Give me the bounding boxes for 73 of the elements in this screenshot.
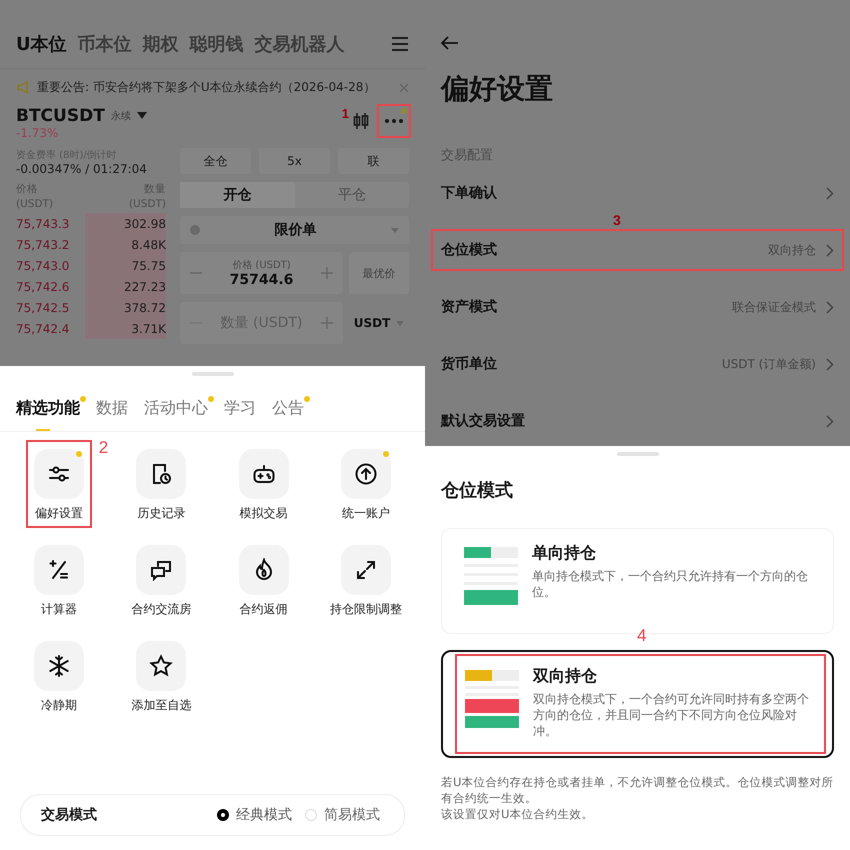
radio-label[interactable]: 简易模式: [324, 806, 380, 824]
symbol-name[interactable]: BTCUSDT: [16, 106, 105, 126]
best-price-button[interactable]: 最优价: [349, 252, 409, 294]
ask-amount: 378.72: [124, 300, 166, 315]
contract-type-label: 永续: [110, 110, 131, 123]
ask-amount: 3.71K: [131, 322, 166, 336]
annotation-number: 3: [613, 213, 621, 227]
feature-item[interactable]: 偏好设置: [28, 442, 90, 526]
ask-price: 75,743.2: [16, 238, 70, 252]
position-mode-card[interactable]: 双向持仓 双向持仓模式下，一个合约可允许同时持有多空两个方向的仓位，并且同一合约下不同方向仓位风险对冲。: [441, 650, 834, 758]
position-tab[interactable]: 平仓: [294, 182, 409, 208]
ask-price: 75,742.5: [16, 300, 70, 315]
feature-item[interactable]: 合约交流房: [125, 538, 198, 622]
setting-label: 下单确认: [441, 184, 498, 202]
settings-row[interactable]: 下单确认: [433, 174, 842, 212]
option-title: 单向持仓: [532, 543, 597, 564]
feature-tab[interactable]: 活动中心: [144, 398, 208, 431]
order-type-dropdown[interactable]: 限价单: [180, 216, 409, 244]
feature-item[interactable]: 历史记录: [130, 442, 192, 526]
setting-value: USDT (订单金额): [722, 356, 816, 372]
annotation-number: 2: [98, 438, 108, 458]
ask-price: 75,743.0: [16, 258, 70, 273]
margin-setting-button[interactable]: 全仓: [180, 148, 251, 174]
sheet-title: 仓位模式: [441, 479, 514, 502]
feature-item[interactable]: 合约返佣: [232, 538, 295, 622]
feature-item[interactable]: 模拟交易: [232, 442, 295, 526]
settings-row[interactable]: 默认交易设置: [433, 402, 842, 440]
setting-label: 资产模式: [441, 298, 498, 316]
option-title: 双向持仓: [533, 666, 598, 687]
feature-item[interactable]: 统一账户: [334, 442, 397, 526]
unit-dropdown[interactable]: USDT: [349, 302, 409, 344]
feature-item[interactable]: 计算器: [28, 538, 90, 622]
funding-value: -0.00347% / 01:27:04: [16, 162, 148, 176]
feature-item[interactable]: 持仓限制调整: [324, 538, 408, 622]
feature-tab[interactable]: 学习: [224, 398, 256, 431]
ask-price: 75,742.4: [16, 322, 70, 336]
announcement-text[interactable]: 重要公告: 币安合约将下架多个U本位永续合约（2026-04-28）: [37, 79, 376, 96]
note-text: 该设置仅对U本位合约生效。: [441, 806, 594, 822]
annotation-number: 1: [342, 106, 349, 121]
price-change: -1.73%: [16, 126, 60, 140]
setting-label: 仓位模式: [441, 241, 498, 259]
feature-tab[interactable]: 精选功能: [16, 398, 80, 431]
ask-amount: 75.75: [132, 258, 166, 273]
settings-row[interactable]: 仓位模式 双向持仓: [433, 231, 842, 269]
market-tab[interactable]: 期权: [142, 32, 179, 56]
market-tab[interactable]: 聪明钱: [190, 32, 244, 56]
feature-tab[interactable]: 公告: [272, 398, 304, 431]
market-tab[interactable]: U本位: [16, 32, 67, 56]
ask-amount: 302.98: [124, 216, 166, 231]
margin-setting-button[interactable]: 5x: [259, 148, 330, 174]
ask-price: 75,742.6: [16, 280, 70, 294]
ask-amount: 227.23: [124, 280, 166, 294]
page-title: 偏好设置: [441, 71, 554, 107]
setting-value: 联合保证金模式: [732, 298, 816, 316]
setting-value: 双向持仓: [768, 242, 816, 258]
settings-row[interactable]: 资产模式 联合保证金模式: [433, 288, 842, 326]
setting-label: 默认交易设置: [441, 412, 526, 430]
settings-row[interactable]: 货币单位 USDT (订单金额): [433, 345, 842, 383]
option-description: 双向持仓模式下，一个合约可允许同时持有多空两个方向的仓位，并且同一合约下不同方向仓位风险对冲。: [533, 691, 810, 740]
feature-tab[interactable]: 数据: [96, 398, 128, 431]
ask-amount: 8.48K: [131, 238, 166, 252]
ask-price: 75,743.3: [16, 216, 70, 231]
position-tab[interactable]: 开仓: [180, 182, 294, 208]
trade-mode-label: 交易模式: [41, 806, 97, 824]
option-description: 单向持仓模式下，一个合约只允许持有一个方向的仓位。: [532, 568, 809, 600]
note-text: 若U本位合约存在持仓或者挂单，不允许调整仓位模式。仓位模式调整对所有合约统一生效。: [441, 774, 834, 806]
market-tab[interactable]: 币本位: [78, 32, 132, 56]
setting-label: 货币单位: [441, 355, 498, 373]
margin-setting-button[interactable]: 联: [338, 148, 409, 174]
radio-label[interactable]: 经典模式: [236, 806, 292, 824]
feature-item[interactable]: 冷静期: [28, 634, 90, 718]
market-tab[interactable]: 交易机器人: [254, 32, 345, 56]
feature-item[interactable]: 添加至自选: [125, 634, 198, 718]
